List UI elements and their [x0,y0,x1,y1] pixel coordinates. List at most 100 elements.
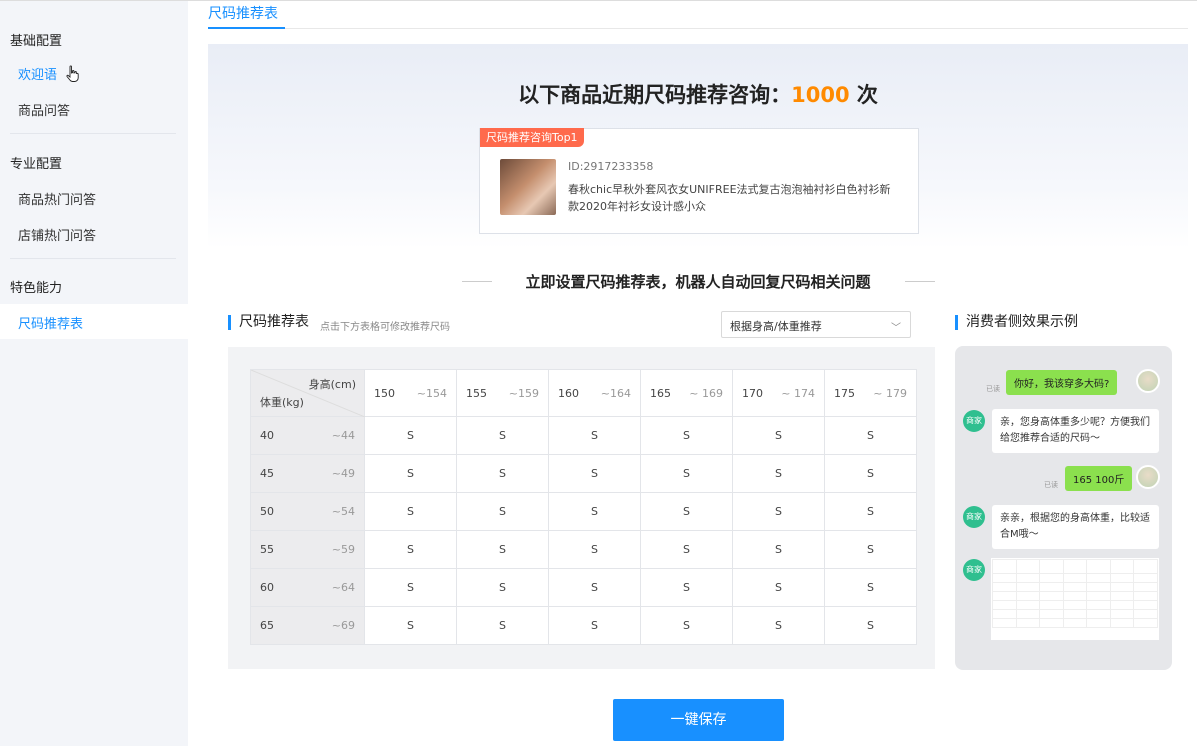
size-cell[interactable]: S [824,492,917,531]
size-cell[interactable]: S [456,530,549,569]
size-cell[interactable]: S [640,416,733,455]
bot-avatar: 商家 [963,506,985,528]
consult-count-title: 以下商品近期尺码推荐咨询：1000 次 [208,79,1188,109]
size-cell[interactable]: S [548,416,641,455]
table-row: 60 ~64 S S S S S S [250,568,917,607]
range-end: ~44 [331,429,355,442]
size-cell[interactable]: S [732,568,825,607]
range-end: ~ 174 [781,386,815,400]
user-avatar [1136,465,1160,489]
size-cell[interactable]: S [548,492,641,531]
sidebar-item-welcome[interactable]: 欢迎语 [18,64,57,83]
bot-avatar: 商家 [963,410,985,432]
sidebar-item-product-qa[interactable]: 商品问答 [18,100,70,119]
range-start: 60 [260,581,274,594]
weight-header: 45 ~49 [250,454,365,493]
top1-badge: 尺码推荐咨询Top1 [480,128,584,147]
consult-count: 1000 [791,83,850,107]
sidebar-item-hot-product-qa[interactable]: 商品热门问答 [18,189,96,208]
size-cell[interactable]: S [824,530,917,569]
product-card[interactable]: 尺码推荐咨询Top1 ID:2917233358 春秋chic早秋外套风衣女UN… [479,128,919,234]
size-cell[interactable]: S [824,416,917,455]
size-cell[interactable]: S [364,530,457,569]
size-cell[interactable]: S [456,416,549,455]
size-cell[interactable]: S [824,454,917,493]
range-end: ~159 [508,386,539,400]
weight-header: 65 ~69 [250,606,365,645]
size-cell[interactable]: S [732,454,825,493]
size-cell[interactable]: S [548,454,641,493]
size-cell[interactable]: S [456,606,549,645]
tab-size-table[interactable]: 尺码推荐表 [208,3,278,23]
range-end: ~49 [331,467,355,480]
sidebar-item-hot-store-qa[interactable]: 店铺热门问答 [18,225,96,244]
height-header: 150 ~154 [364,369,457,417]
range-end: ~154 [416,386,447,400]
weight-header: 50 ~54 [250,492,365,531]
divider [208,28,1188,29]
size-cell[interactable]: S [364,416,457,455]
size-cell[interactable]: S [364,568,457,607]
title-suffix: 次 [849,83,878,107]
sidebar-group-basic: 基础配置 [10,34,63,49]
size-cell[interactable]: S [548,568,641,607]
user-message: 165 100斤 [1065,466,1133,491]
tab-active-indicator [208,27,285,29]
save-button[interactable]: 一键保存 [613,699,784,741]
range-end: ~ 179 [873,386,907,400]
height-axis-label: 身高(cm) [308,378,356,391]
size-cell[interactable]: S [364,454,457,493]
read-receipt: 已读 [986,385,1000,393]
size-cell[interactable]: S [456,568,549,607]
size-cell[interactable]: S [732,530,825,569]
size-cell[interactable]: S [548,530,641,569]
bot-message: 亲，您身高体重多少呢？方便我们给您推荐合适的尺码～ [992,409,1159,453]
size-cell[interactable]: S [824,568,917,607]
range-start: 55 [260,543,274,556]
sidebar-group-features: 特色能力 [10,281,63,296]
range-end: ~64 [331,581,355,594]
product-image [500,159,556,215]
size-table-hint: 点击下方表格可修改推荐尺码 [320,322,450,333]
size-cell[interactable]: S [732,416,825,455]
table-row: 55 ~59 S S S S S S [250,530,917,569]
size-cell[interactable]: S [456,454,549,493]
weight-axis-label: 体重(kg) [260,396,304,409]
height-header: 165 ~ 169 [640,369,733,417]
table-row: 65 ~69 S S S S S S [250,606,917,645]
sidebar-item-size-table[interactable]: 尺码推荐表 [0,304,188,339]
range-end: ~54 [331,505,355,518]
product-id: ID:2917233358 [568,160,654,173]
range-end: ~ 169 [689,386,723,400]
size-cell[interactable]: S [364,492,457,531]
sidebar: 基础配置 欢迎语 商品问答 专业配置 商品热门问答 店铺热门问答 特色能力 尺码… [0,0,188,746]
size-cell[interactable]: S [548,606,641,645]
size-grid-container: 身高(cm) 体重(kg) 150 ~154 155 ~159 160 ~164 16… [228,347,935,669]
hero-panel: 以下商品近期尺码推荐咨询：1000 次 尺码推荐咨询Top1 ID:291723… [208,44,1188,249]
weight-header: 60 ~64 [250,568,365,607]
preview-title: 消费者侧效果示例 [955,315,1078,330]
range-start: 170 [742,386,763,400]
size-cell[interactable]: S [364,606,457,645]
size-cell[interactable]: S [456,492,549,531]
size-cell[interactable]: S [640,606,733,645]
size-cell[interactable]: S [640,530,733,569]
user-avatar [1136,369,1160,393]
height-header: 160 ~164 [548,369,641,417]
size-cell[interactable]: S [824,606,917,645]
size-table-title: 尺码推荐表 [228,315,309,330]
size-cell[interactable]: S [732,606,825,645]
weight-header: 40 ~44 [250,416,365,455]
select-value: 根据身高/体重推荐 [730,320,822,333]
size-cell[interactable]: S [640,492,733,531]
height-header: 175 ~ 179 [824,369,917,417]
divider [10,258,176,259]
recommend-mode-select[interactable]: 根据身高/体重推荐 ﹀ [721,311,911,338]
size-cell[interactable]: S [640,568,733,607]
sidebar-item-label: 尺码推荐表 [18,317,84,332]
range-start: 150 [374,386,395,400]
range-start: 155 [466,386,487,400]
size-cell[interactable]: S [732,492,825,531]
size-cell[interactable]: S [640,454,733,493]
read-receipt: 已读 [1044,481,1058,489]
